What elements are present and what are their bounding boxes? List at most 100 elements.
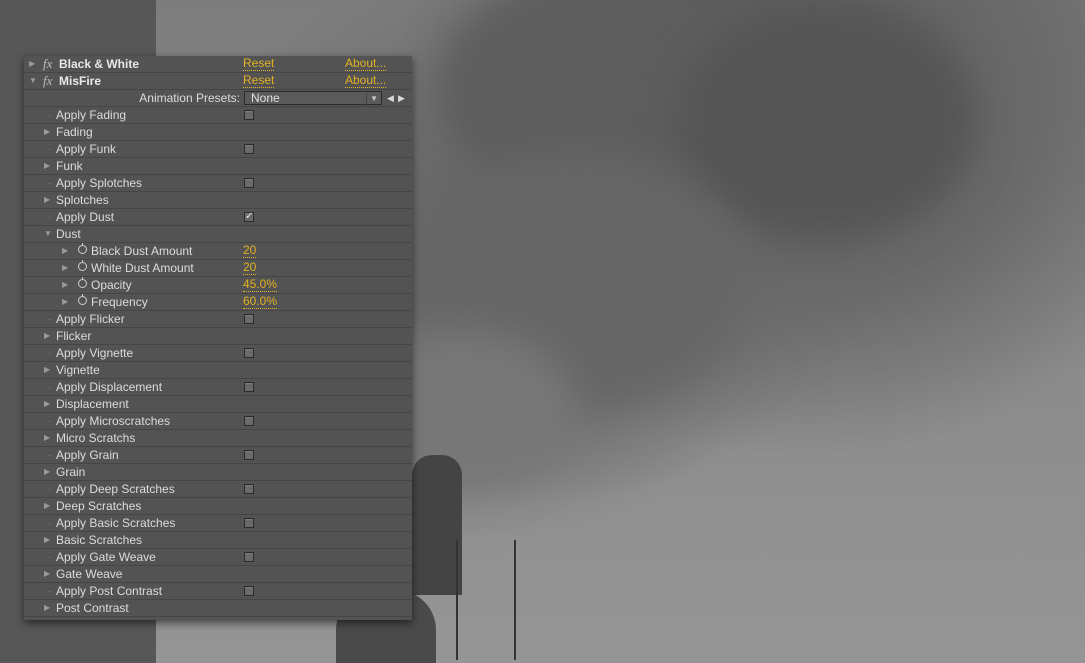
property-row-apply-deep-scratches[interactable]: · Apply Deep Scratches	[24, 481, 412, 498]
twirl-closed-icon[interactable]: ▶	[29, 56, 35, 72]
group-label: Fading	[56, 125, 93, 139]
property-label: Apply Dust	[56, 210, 115, 224]
group-label: Deep Scratches	[56, 499, 142, 513]
property-group-grain[interactable]: ▶ Grain	[24, 464, 412, 481]
property-group-dust[interactable]: ▼ Dust	[24, 226, 412, 243]
property-group-post-contrast[interactable]: ▶ Post Contrast	[24, 600, 412, 617]
twirl-open-icon[interactable]: ▼	[44, 226, 52, 242]
checkbox-apply-vignette[interactable]	[244, 348, 254, 358]
reset-button[interactable]: Reset	[243, 56, 275, 71]
previous-preset-icon[interactable]: ◀	[387, 90, 394, 106]
checkbox-apply-dust[interactable]: ✓	[244, 212, 254, 222]
fx-icon[interactable]: fx	[43, 56, 52, 72]
parameter-row-black-dust-amount[interactable]: ▶ Black Dust Amount 20	[24, 243, 412, 260]
parameter-label: Frequency	[91, 295, 148, 309]
about-button[interactable]: About...	[345, 73, 387, 88]
animation-presets-dropdown[interactable]: None ▼	[244, 91, 382, 105]
twirl-closed-icon[interactable]: ▶	[62, 260, 68, 276]
twirl-closed-icon[interactable]: ▶	[44, 328, 50, 344]
checkbox-apply-splotches[interactable]	[244, 178, 254, 188]
checkbox-apply-basic-scratches[interactable]	[244, 518, 254, 528]
bullet-icon: ·	[48, 314, 51, 324]
twirl-closed-icon[interactable]: ▶	[44, 430, 50, 446]
property-row-apply-displacement[interactable]: · Apply Displacement	[24, 379, 412, 396]
checkbox-apply-post-contrast[interactable]	[244, 586, 254, 596]
checkbox-apply-funk[interactable]	[244, 144, 254, 154]
parameter-value[interactable]: 45.0%	[243, 277, 278, 292]
parameter-value[interactable]: 20	[243, 260, 257, 275]
twirl-closed-icon[interactable]: ▶	[62, 294, 68, 310]
group-label: Gate Weave	[56, 567, 123, 581]
next-preset-icon[interactable]: ▶	[398, 90, 405, 106]
effect-header-black-white[interactable]: ▶ fx Black & White Reset About...	[24, 56, 412, 73]
property-group-micro-scratchs[interactable]: ▶ Micro Scratchs	[24, 430, 412, 447]
animation-presets-label: Animation Presets:	[139, 91, 240, 105]
property-row-apply-vignette[interactable]: · Apply Vignette	[24, 345, 412, 362]
twirl-closed-icon[interactable]: ▶	[44, 566, 50, 582]
effect-header-misfire[interactable]: ▼ fx MisFire Reset About...	[24, 73, 412, 90]
reset-button[interactable]: Reset	[243, 73, 275, 88]
property-row-apply-flicker[interactable]: · Apply Flicker	[24, 311, 412, 328]
checkbox-apply-flicker[interactable]	[244, 314, 254, 324]
checkbox-apply-grain[interactable]	[244, 450, 254, 460]
stopwatch-icon[interactable]	[78, 260, 87, 271]
property-group-splotches[interactable]: ▶ Splotches	[24, 192, 412, 209]
parameter-value[interactable]: 20	[243, 243, 257, 258]
property-row-apply-funk[interactable]: · Apply Funk	[24, 141, 412, 158]
property-group-flicker[interactable]: ▶ Flicker	[24, 328, 412, 345]
property-row-apply-microscratches[interactable]: · Apply Microscratches	[24, 413, 412, 430]
property-group-fading[interactable]: ▶ Fading	[24, 124, 412, 141]
property-row-apply-fading[interactable]: · Apply Fading	[24, 107, 412, 124]
group-label: Vignette	[56, 363, 100, 377]
property-row-apply-dust[interactable]: · Apply Dust ✓	[24, 209, 412, 226]
stopwatch-icon[interactable]	[78, 277, 87, 288]
fx-icon[interactable]: fx	[43, 73, 52, 89]
about-button[interactable]: About...	[345, 56, 387, 71]
property-group-deep-scratches[interactable]: ▶ Deep Scratches	[24, 498, 412, 515]
twirl-closed-icon[interactable]: ▶	[44, 464, 50, 480]
group-label: Basic Scratches	[56, 533, 143, 547]
twirl-closed-icon[interactable]: ▶	[44, 362, 50, 378]
twirl-closed-icon[interactable]: ▶	[44, 600, 50, 616]
property-group-gate-weave[interactable]: ▶ Gate Weave	[24, 566, 412, 583]
property-row-apply-grain[interactable]: · Apply Grain	[24, 447, 412, 464]
twirl-open-icon[interactable]: ▼	[29, 73, 37, 89]
parameter-row-white-dust-amount[interactable]: ▶ White Dust Amount 20	[24, 260, 412, 277]
twirl-closed-icon[interactable]: ▶	[44, 192, 50, 208]
checkbox-apply-fading[interactable]	[244, 110, 254, 120]
property-label: Apply Fading	[56, 108, 127, 122]
twirl-closed-icon[interactable]: ▶	[44, 158, 50, 174]
twirl-closed-icon[interactable]: ▶	[44, 396, 50, 412]
stopwatch-icon[interactable]	[78, 294, 87, 305]
checkbox-apply-microscratches[interactable]	[244, 416, 254, 426]
group-label: Micro Scratchs	[56, 431, 136, 445]
property-row-apply-gate-weave[interactable]: · Apply Gate Weave	[24, 549, 412, 566]
twirl-closed-icon[interactable]: ▶	[44, 532, 50, 548]
checkbox-apply-displacement[interactable]	[244, 382, 254, 392]
parameter-row-opacity[interactable]: ▶ Opacity 45.0%	[24, 277, 412, 294]
twirl-closed-icon[interactable]: ▶	[62, 243, 68, 259]
twirl-closed-icon[interactable]: ▶	[44, 124, 50, 140]
twirl-closed-icon[interactable]: ▶	[62, 277, 68, 293]
twirl-closed-icon[interactable]: ▶	[44, 498, 50, 514]
property-row-apply-basic-scratches[interactable]: · Apply Basic Scratches	[24, 515, 412, 532]
parameter-value[interactable]: 60.0%	[243, 294, 278, 309]
property-group-basic-scratches[interactable]: ▶ Basic Scratches	[24, 532, 412, 549]
property-label: Apply Gate Weave	[56, 550, 156, 564]
property-row-apply-post-contrast[interactable]: · Apply Post Contrast	[24, 583, 412, 600]
checkbox-apply-gate-weave[interactable]	[244, 552, 254, 562]
parameter-label: Black Dust Amount	[91, 244, 193, 258]
property-label: Apply Microscratches	[56, 414, 171, 428]
effect-name: MisFire	[59, 74, 102, 88]
stopwatch-icon[interactable]	[78, 243, 87, 254]
bullet-icon: ·	[48, 518, 51, 528]
smokestack-top	[412, 455, 462, 595]
property-label: Apply Post Contrast	[56, 584, 163, 598]
property-group-displacement[interactable]: ▶ Displacement	[24, 396, 412, 413]
property-row-apply-splotches[interactable]: · Apply Splotches	[24, 175, 412, 192]
checkbox-apply-deep-scratches[interactable]	[244, 484, 254, 494]
property-group-funk[interactable]: ▶ Funk	[24, 158, 412, 175]
parameter-row-frequency[interactable]: ▶ Frequency 60.0%	[24, 294, 412, 311]
stairs	[456, 540, 516, 660]
property-group-vignette[interactable]: ▶ Vignette	[24, 362, 412, 379]
